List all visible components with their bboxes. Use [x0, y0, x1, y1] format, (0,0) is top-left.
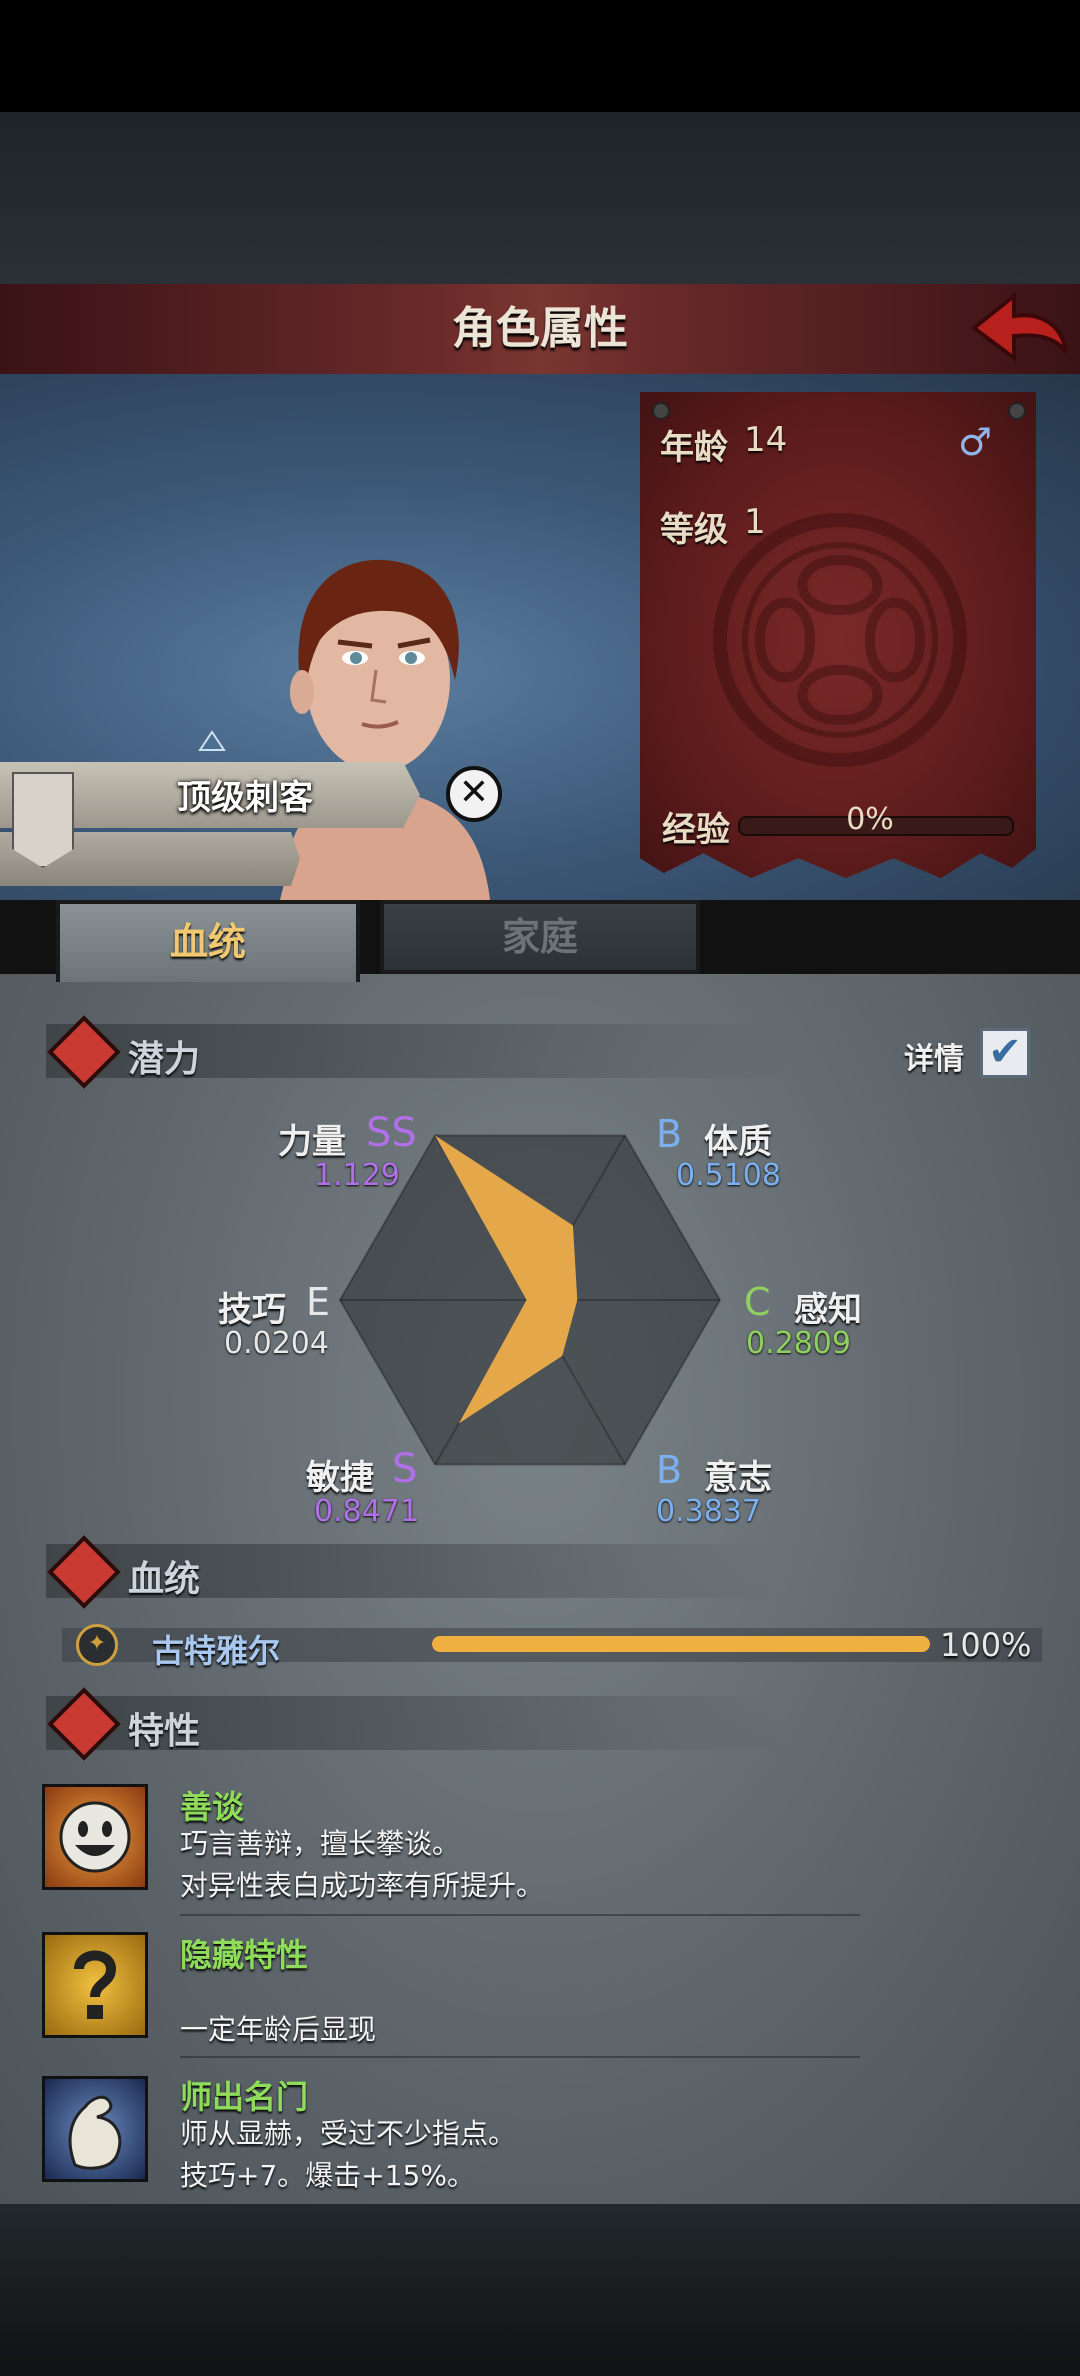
class-name: 顶级刺客: [177, 778, 313, 818]
trait-desc-prestigious-2: 技巧+7。爆击+15%。: [180, 2159, 475, 2192]
stat-strength-grade: SS: [366, 1110, 417, 1156]
trait-desc-talkative-1: 巧言善辩，擅长攀谈。: [180, 1827, 461, 1860]
divider: [180, 1914, 860, 1916]
trait-desc-prestigious-1: 师从显赫，受过不少指点。: [180, 2117, 517, 2150]
level-value: 1: [744, 502, 766, 542]
stat-perception-grade: C: [744, 1280, 771, 1324]
back-arrow-icon: [970, 291, 1068, 362]
stat-perception-name: 感知: [794, 1290, 862, 1330]
stat-skill-name: 技巧: [218, 1290, 286, 1330]
stat-skill-grade: E: [306, 1280, 331, 1324]
arm-icon: [68, 2095, 122, 2170]
tab-bloodline[interactable]: 血统: [56, 900, 360, 982]
trait-name-talkative: 善谈: [180, 1788, 245, 1826]
divider: [180, 2056, 860, 2058]
stat-constitution-value: 0.5108: [676, 1158, 781, 1193]
top-background: [0, 112, 1080, 284]
rivet-icon: [652, 402, 670, 420]
close-icon: ✕: [458, 772, 490, 813]
class-up-icon: [198, 730, 226, 751]
stat-skill-value: 0.0204: [224, 1326, 329, 1361]
age-label: 年龄: [660, 428, 728, 468]
level-label: 等级: [660, 510, 728, 550]
remove-class-button[interactable]: ✕: [446, 766, 502, 822]
trait-name-prestigious: 师出名门: [180, 2078, 309, 2116]
trait-name-hidden: 隐藏特性: [180, 1936, 309, 1974]
exp-label: 经验: [662, 810, 730, 850]
bloodline-percent: 100%: [940, 1626, 1032, 1664]
stat-constitution-grade: B: [656, 1112, 683, 1156]
details-checkbox[interactable]: ✔: [980, 1028, 1030, 1078]
stat-will-grade: B: [656, 1448, 683, 1492]
bottom-background: [0, 2204, 1080, 2376]
tab-family[interactable]: 家庭: [380, 900, 700, 974]
class-banner-icon: [12, 772, 74, 868]
celtic-knot-icon: [713, 513, 967, 767]
bloodline-bar-fill: [432, 1636, 930, 1652]
bloodline-emblem-icon: ✦: [76, 1624, 118, 1666]
stat-will-name: 意志: [704, 1458, 772, 1498]
stat-will-value: 0.3837: [656, 1494, 761, 1529]
stat-agility-value: 0.8471: [314, 1494, 419, 1529]
check-icon: ✔: [988, 1029, 1022, 1075]
stat-agility-name: 敏捷: [306, 1458, 374, 1498]
back-button[interactable]: [970, 290, 1070, 368]
exp-value: 0%: [846, 802, 894, 837]
traits-title: 特性: [128, 1711, 201, 1752]
trait-desc-talkative-2: 对异性表白成功率有所提升。: [180, 1869, 545, 1902]
trait-desc-hidden: 一定年龄后显现: [180, 2013, 377, 2046]
page-title: 角色属性: [452, 303, 628, 354]
male-gender-icon: ♂: [958, 420, 993, 464]
bloodline-name: 古特雅尔: [152, 1632, 281, 1670]
bloodline-title: 血统: [128, 1559, 201, 1600]
trait-icon-prestigious[interactable]: [42, 2076, 148, 2182]
question-icon: [74, 1950, 117, 2019]
stat-strength-name: 力量: [278, 1122, 346, 1162]
stat-perception-value: 0.2809: [746, 1326, 851, 1361]
stat-agility-grade: S: [392, 1446, 418, 1492]
rivet-icon: [1008, 402, 1026, 420]
smile-icon: [59, 1801, 131, 1873]
stat-strength-value: 1.129: [314, 1158, 400, 1193]
trait-icon-talkative[interactable]: [42, 1784, 148, 1890]
potential-title: 潜力: [128, 1039, 201, 1080]
bloodline-bar: [432, 1636, 930, 1652]
age-value: 14: [744, 420, 788, 460]
trait-icon-hidden[interactable]: [42, 1932, 148, 2038]
details-label: 详情: [904, 1042, 964, 1077]
stat-constitution-name: 体质: [704, 1122, 772, 1162]
